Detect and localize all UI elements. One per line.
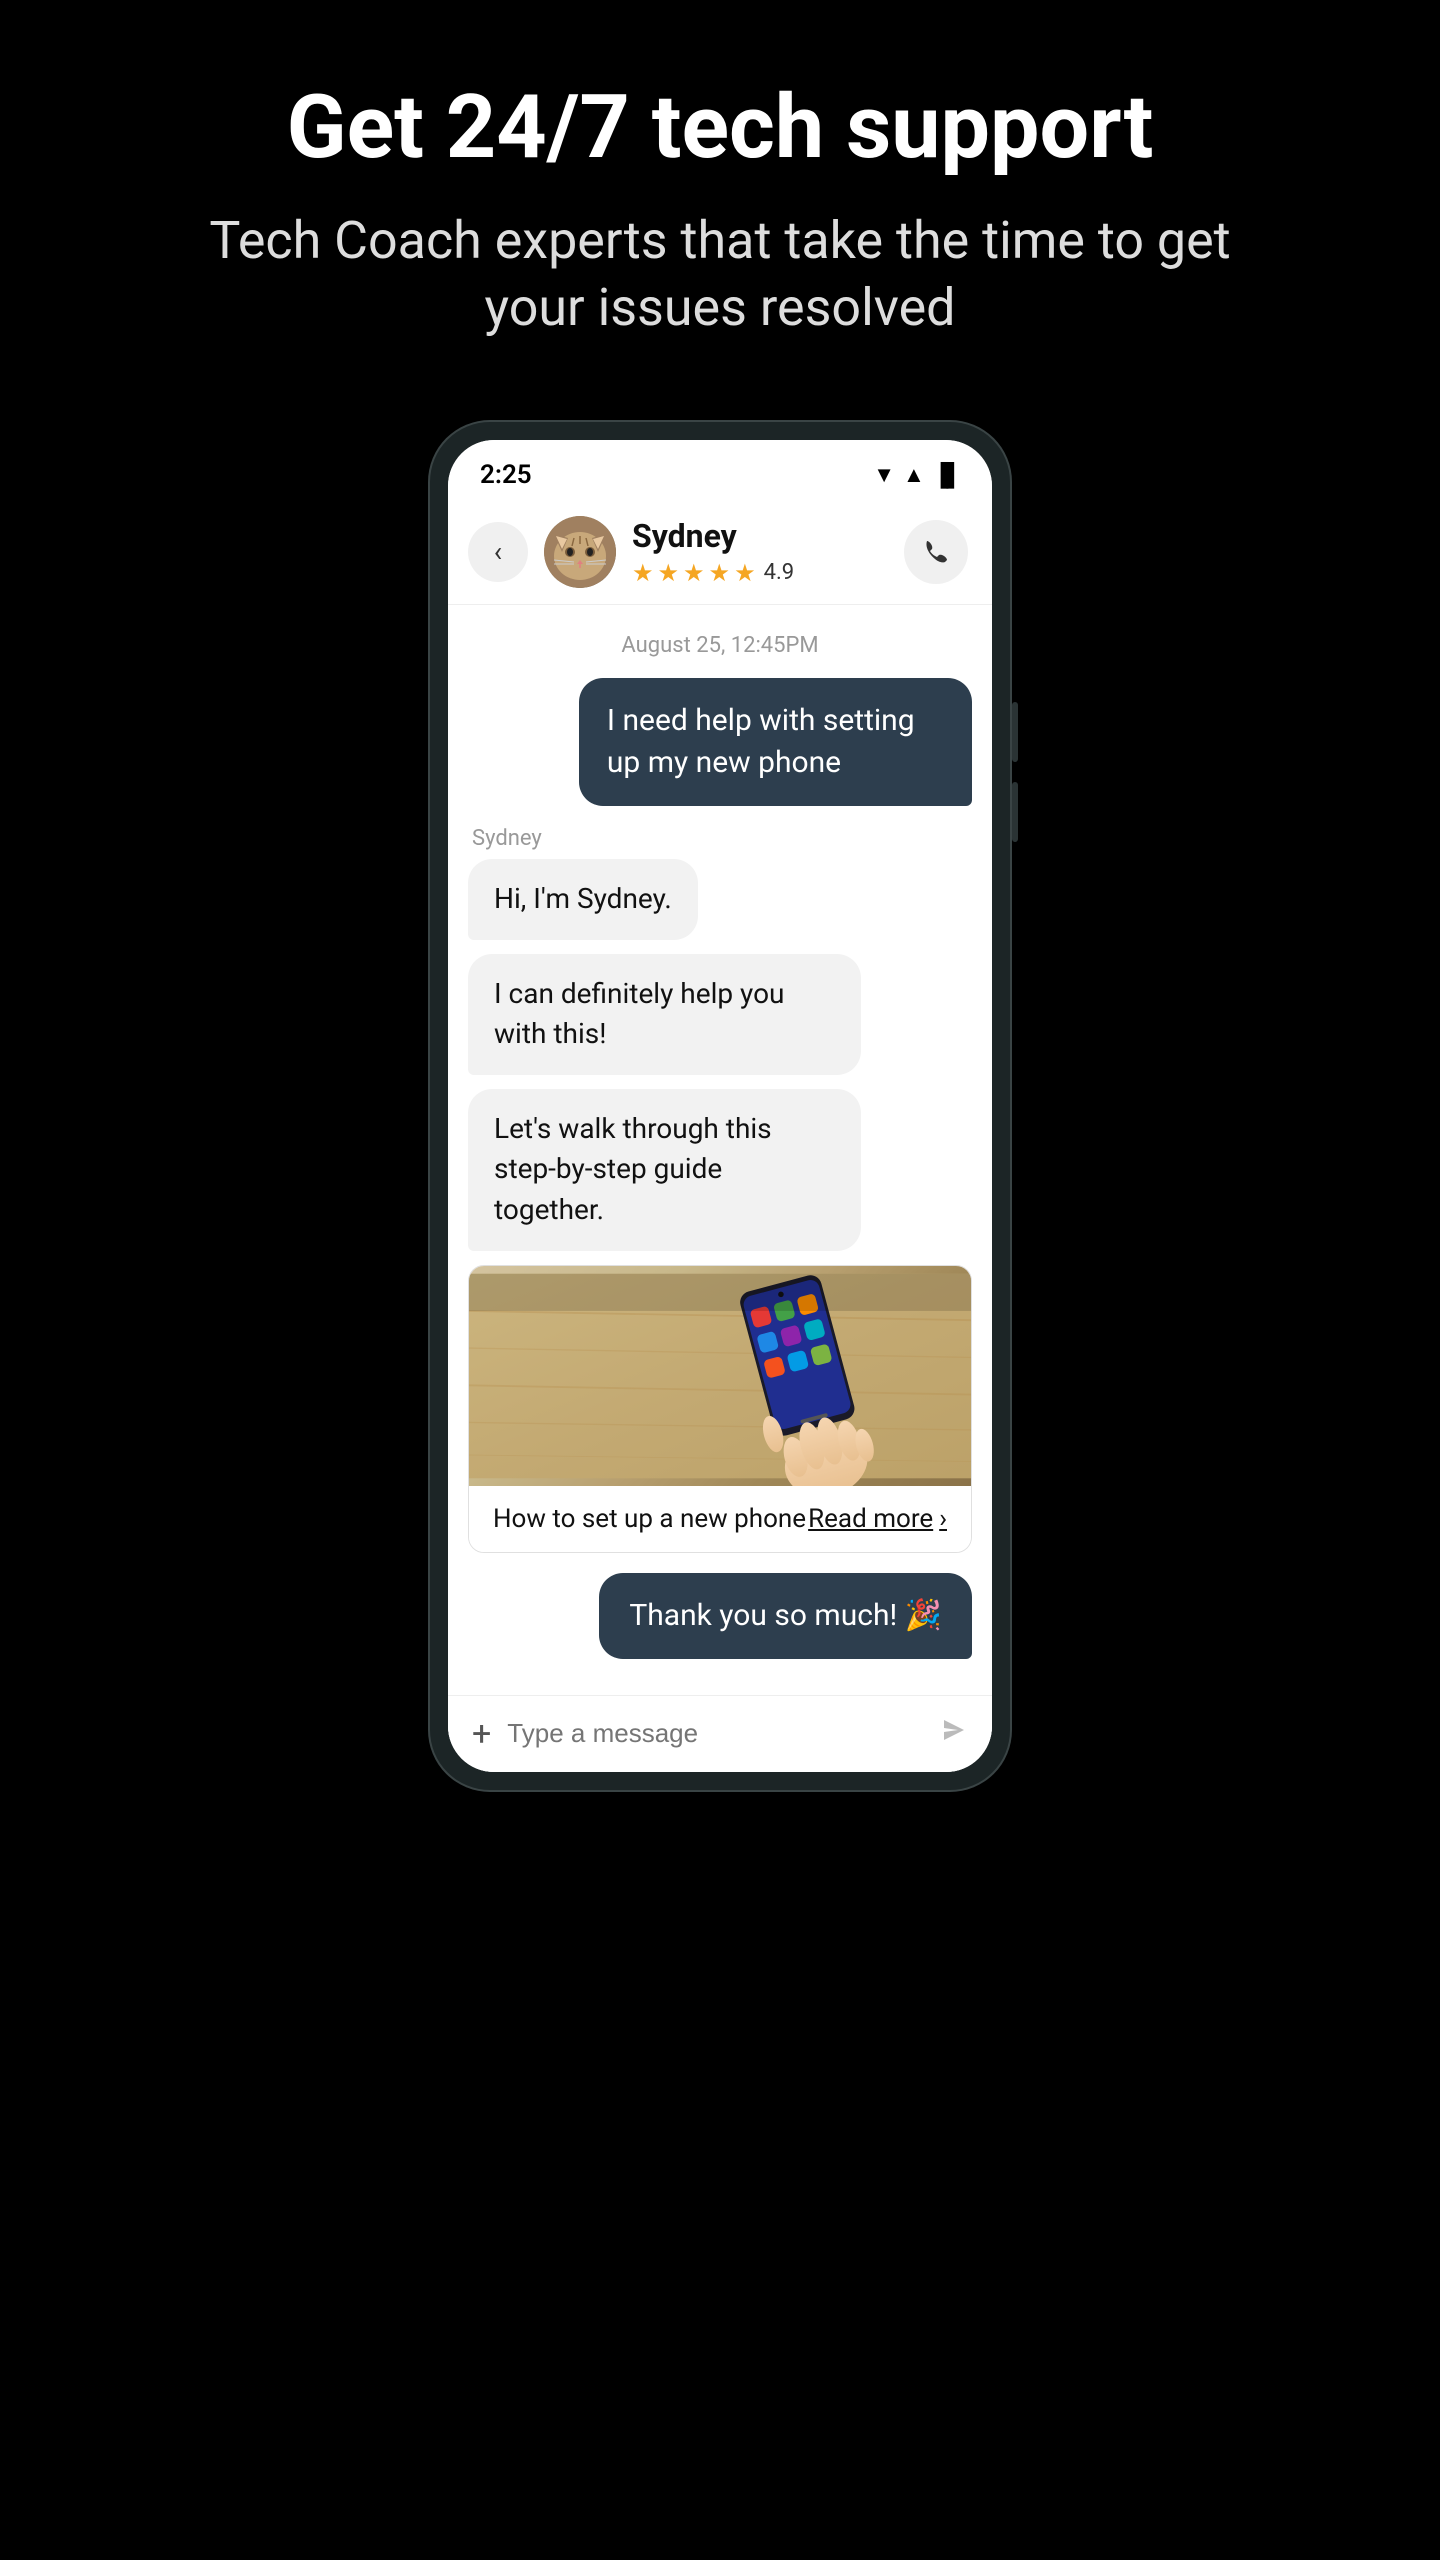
bubble-incoming-2: I can definitely help you with this! xyxy=(468,954,861,1075)
message-row-outgoing-1: I need help with setting up my new phone xyxy=(468,678,972,806)
article-title: How to set up a new phone xyxy=(493,1504,806,1534)
read-more-link[interactable]: Read more › xyxy=(808,1504,947,1534)
message-row-incoming-3: Let's walk through this step-by-step gui… xyxy=(468,1089,972,1251)
header-subtitle: Tech Coach experts that take the time to… xyxy=(160,207,1280,342)
phone-icon xyxy=(921,537,951,567)
status-bar: 2:25 ▼ ▲ ▐▌ xyxy=(448,440,992,500)
article-image-svg xyxy=(469,1266,971,1486)
agent-stars: ★ ★ ★ ★ ★ 4.9 xyxy=(632,559,794,587)
article-footer: How to set up a new phone Read more › xyxy=(469,1486,971,1552)
header-title: Get 24/7 tech support xyxy=(160,80,1280,177)
article-card[interactable]: How to set up a new phone Read more › xyxy=(468,1265,972,1553)
signal-icon: ▲ xyxy=(903,462,925,488)
power-button xyxy=(1012,702,1018,762)
back-button[interactable]: ‹ xyxy=(468,522,528,582)
bubble-incoming-3: Let's walk through this step-by-step gui… xyxy=(468,1089,861,1251)
message-input[interactable] xyxy=(507,1718,924,1749)
send-icon xyxy=(940,1716,968,1744)
phone-screen: 2:25 ▼ ▲ ▐▌ ‹ xyxy=(448,440,992,1772)
chat-topbar: ‹ xyxy=(448,500,992,605)
messages-area: August 25, 12:45PM I need help with sett… xyxy=(448,605,992,1695)
bubble-incoming-1: Hi, I'm Sydney. xyxy=(468,859,698,940)
header: Get 24/7 tech support Tech Coach experts… xyxy=(0,80,1440,342)
message-row-outgoing-2: Thank you so much! 🎉 xyxy=(468,1573,972,1659)
send-button[interactable] xyxy=(940,1716,968,1751)
bubble-outgoing-1: I need help with setting up my new phone xyxy=(579,678,972,806)
article-image xyxy=(469,1266,971,1486)
star-1: ★ xyxy=(632,559,654,587)
wifi-icon: ▼ xyxy=(873,462,895,488)
avatar xyxy=(544,516,616,588)
agent-name: Sydney xyxy=(632,517,794,555)
attach-button[interactable]: + xyxy=(472,1714,491,1754)
message-row-incoming-2: I can definitely help you with this! xyxy=(468,954,972,1075)
sender-label: Sydney xyxy=(472,826,972,851)
status-icons: ▼ ▲ ▐▌ xyxy=(873,462,960,488)
phone-frame: 2:25 ▼ ▲ ▐▌ ‹ xyxy=(430,422,1010,1790)
star-3: ★ xyxy=(683,559,705,587)
rating-number: 4.9 xyxy=(764,560,795,585)
message-timestamp: August 25, 12:45PM xyxy=(468,633,972,658)
agent-info: Sydney ★ ★ ★ ★ ★ 4.9 xyxy=(528,516,904,588)
bubble-outgoing-thanks: Thank you so much! 🎉 xyxy=(599,1573,972,1659)
star-2: ★ xyxy=(658,559,680,587)
battery-icon: ▐▌ xyxy=(933,462,960,488)
agent-name-group: Sydney ★ ★ ★ ★ ★ 4.9 xyxy=(632,517,794,587)
star-half: ★ xyxy=(734,559,756,587)
chevron-right-icon: › xyxy=(939,1504,947,1534)
chat-screen: ‹ xyxy=(448,500,992,1772)
call-button[interactable] xyxy=(904,520,968,584)
input-bar: + xyxy=(448,1695,992,1772)
status-time: 2:25 xyxy=(480,460,532,490)
message-row-incoming-1: Hi, I'm Sydney. xyxy=(468,859,972,940)
volume-button xyxy=(1012,782,1018,842)
avatar-image xyxy=(544,516,616,588)
star-4: ★ xyxy=(709,559,731,587)
